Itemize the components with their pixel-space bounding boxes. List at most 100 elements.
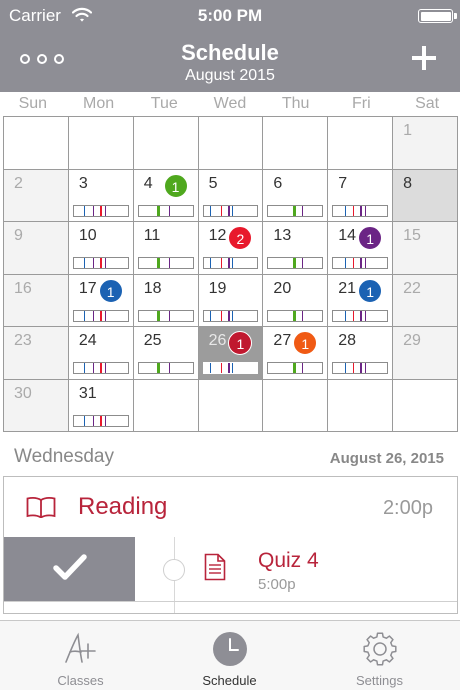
event-title: Reading	[78, 493, 168, 520]
class-marker	[168, 258, 170, 268]
class-marker	[360, 258, 363, 268]
event-count-badge: 1	[358, 226, 383, 250]
calendar-day-7[interactable]: 7	[328, 169, 394, 222]
add-button[interactable]	[408, 42, 440, 74]
tab-schedule[interactable]: Schedule	[153, 621, 306, 690]
calendar-day-18[interactable]: 18	[133, 274, 199, 327]
tab-bar: Classes Schedule Settings	[0, 620, 460, 690]
calendar-day-22[interactable]: 22	[393, 274, 458, 327]
class-marker	[352, 310, 354, 321]
class-marker	[345, 363, 347, 373]
class-marker	[293, 363, 297, 373]
day-number: 27	[273, 332, 292, 349]
class-marker	[99, 363, 102, 373]
event-count-badge: 2	[228, 226, 253, 250]
day-number: 22	[403, 279, 421, 297]
class-schedule-strip	[137, 257, 194, 269]
calendar-day-10[interactable]: 10	[68, 222, 134, 275]
calendar-day-19[interactable]: 19	[198, 274, 264, 327]
calendar-day-27[interactable]: 27 1	[263, 327, 329, 380]
event-count-badge: 1	[293, 331, 318, 355]
class-marker	[168, 363, 170, 373]
class-schedule-strip	[72, 257, 129, 269]
weekday-label: Fri	[352, 95, 371, 112]
calendar-empty-cell	[133, 379, 199, 432]
day-number: 14	[338, 227, 357, 244]
calendar-day-15[interactable]: 15	[393, 222, 458, 275]
nav-header: Carrier 5:00 PM Schedule August 2015	[0, 0, 460, 92]
weekday-label: Thu	[281, 95, 310, 112]
day-number: 3	[78, 174, 88, 192]
event-item-reading[interactable]: Reading 2:00p	[4, 477, 457, 537]
class-marker	[301, 205, 303, 216]
calendar-empty-cell	[328, 117, 394, 170]
class-schedule-strip	[137, 309, 194, 322]
calendar-day-28[interactable]: 28	[328, 327, 394, 380]
day-number: 20	[273, 279, 292, 297]
calendar-day-5[interactable]: 5	[198, 169, 264, 222]
event-count-badge: 1	[163, 173, 188, 198]
class-marker	[83, 415, 85, 426]
class-marker	[293, 205, 297, 216]
calendar-day-8[interactable]: 8	[393, 169, 458, 222]
calendar-day-11[interactable]: 11	[133, 222, 199, 275]
class-marker	[105, 258, 107, 268]
calendar-day-31[interactable]: 31	[68, 379, 134, 432]
weekday-label: Sun	[18, 95, 48, 112]
class-schedule-strip	[267, 362, 324, 374]
day-number: 12	[208, 227, 227, 244]
clock-icon	[213, 632, 247, 666]
day-number: 10	[78, 227, 97, 244]
tab-classes[interactable]: Classes	[4, 621, 157, 690]
class-marker	[210, 258, 212, 268]
calendar-day-4[interactable]: 41	[133, 169, 199, 222]
calendar-day-14[interactable]: 14 1	[328, 222, 394, 275]
event-time: 2:00p	[382, 497, 433, 519]
weekday-label: Sat	[415, 95, 440, 112]
calendar-day-25[interactable]: 25	[133, 327, 199, 380]
calendar-day-16[interactable]: 16	[4, 274, 69, 327]
calendar-day-24[interactable]: 24	[68, 327, 134, 380]
class-marker	[352, 205, 354, 216]
calendar-day-23[interactable]: 23	[4, 327, 69, 380]
event-title-quiz[interactable]: Quiz 4	[258, 549, 319, 573]
calendar-day-13[interactable]: 13	[263, 222, 329, 275]
day-number: 17	[78, 279, 97, 297]
class-marker	[228, 310, 231, 321]
calendar-day-6[interactable]: 6	[263, 169, 329, 222]
day-number: 19	[208, 279, 227, 297]
calendar-empty-cell	[133, 117, 199, 170]
calendar-day-1[interactable]: 1	[393, 117, 458, 170]
calendar-day-20[interactable]: 20	[263, 274, 329, 327]
tab-settings[interactable]: Settings	[303, 621, 456, 690]
selected-date: August 26, 2015	[329, 450, 444, 467]
tab-label: Classes	[57, 673, 104, 688]
class-marker	[232, 205, 234, 216]
day-number: 8	[403, 174, 413, 192]
day-number: 30	[14, 384, 32, 402]
calendar-day-3[interactable]: 3	[68, 169, 134, 222]
class-marker	[105, 415, 107, 426]
day-number: 31	[78, 384, 97, 402]
day-number: 13	[273, 227, 292, 244]
calendar-day-12[interactable]: 12 2	[198, 222, 264, 275]
class-marker	[221, 258, 223, 268]
calendar-empty-cell	[328, 379, 394, 432]
calendar-day-17[interactable]: 17 1	[68, 274, 134, 327]
selected-weekday: Wednesday	[14, 446, 114, 467]
calendar-day-26[interactable]: 26 1	[198, 327, 264, 380]
class-marker	[105, 205, 107, 216]
divider	[4, 601, 457, 602]
calendar-empty-cell	[198, 379, 264, 432]
calendar-day-21[interactable]: 21 1	[328, 274, 394, 327]
class-marker	[83, 258, 85, 268]
class-schedule-strip	[332, 309, 389, 322]
class-marker	[228, 258, 231, 268]
calendar-empty-cell	[263, 117, 329, 170]
calendar-day-30[interactable]: 30	[4, 379, 69, 432]
calendar-day-29[interactable]: 29	[393, 327, 458, 380]
calendar-day-9[interactable]: 9	[4, 222, 69, 275]
mark-complete-button[interactable]	[4, 537, 135, 601]
calendar-day-2[interactable]: 2	[4, 169, 69, 222]
gear-icon	[363, 632, 397, 666]
